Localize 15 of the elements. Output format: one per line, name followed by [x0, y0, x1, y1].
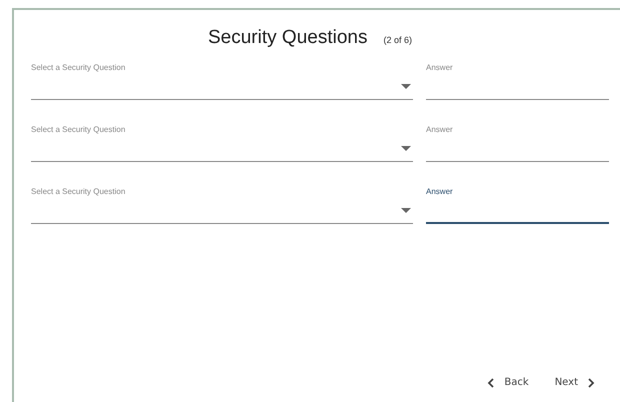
back-button[interactable]: Back	[481, 375, 535, 390]
caret-icon	[401, 84, 411, 89]
question-dropdown[interactable]: Select a Security Question	[31, 117, 413, 162]
question-dropdown[interactable]: Select a Security Question	[31, 55, 413, 100]
next-button[interactable]: Next	[548, 375, 601, 390]
chevron-right-icon	[587, 378, 595, 388]
answer-field[interactable]: Answer	[426, 117, 609, 162]
answer-field[interactable]: Answer	[426, 55, 609, 100]
caret-icon	[401, 208, 411, 213]
answer-field[interactable]: Answer	[426, 179, 609, 224]
step-counter: (2 of 6)	[383, 35, 412, 45]
page-title: Security Questions	[208, 27, 368, 49]
question-dropdown[interactable]: Select a Security Question	[31, 179, 413, 224]
caret-icon	[401, 146, 411, 151]
chevron-left-icon	[487, 378, 496, 388]
